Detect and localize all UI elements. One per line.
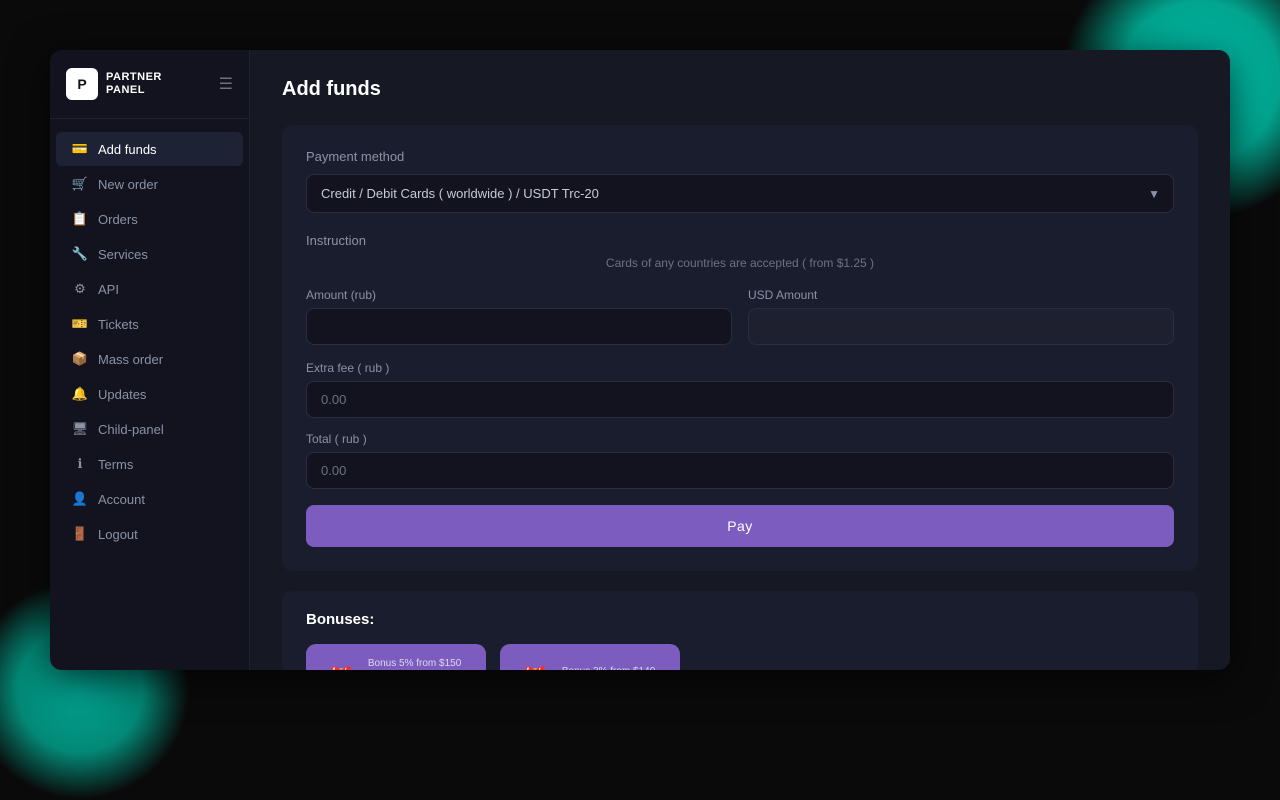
sidebar-item-mass-order[interactable]: 📦 Mass order xyxy=(56,342,243,376)
tickets-icon: 🎫 xyxy=(72,316,88,332)
add-funds-icon: 💳 xyxy=(72,141,88,157)
sidebar-item-orders[interactable]: 📋 Orders xyxy=(56,202,243,236)
amount-rub-field: Amount (rub) xyxy=(306,288,732,345)
sidebar-item-label: Terms xyxy=(98,457,133,472)
page-title: Add funds xyxy=(282,78,1198,101)
child-panel-icon: 🖥 xyxy=(72,421,88,437)
sidebar-item-new-order[interactable]: 🛒 New order xyxy=(56,167,243,201)
bonus-card-payeer[interactable]: 🎁 Bonus 3% from $140 PAYEER xyxy=(500,644,680,670)
instruction-label: Instruction xyxy=(306,233,1174,248)
extra-fee-input[interactable] xyxy=(306,381,1174,418)
bonus-payeer-subtitle: Bonus 3% from $140 xyxy=(562,666,655,670)
amount-rub-label: Amount (rub) xyxy=(306,288,732,302)
sidebar-item-account[interactable]: 👤 Account xyxy=(56,482,243,516)
bonuses-cards: 🎁 Bonus 5% from $150 Coinbase | PM USD 🎁… xyxy=(306,644,1174,670)
amount-usd-input[interactable] xyxy=(748,308,1174,345)
amount-usd-field: USD Amount xyxy=(748,288,1174,345)
api-icon: ⚙ xyxy=(72,281,88,297)
sidebar-item-label: Updates xyxy=(98,387,146,402)
amount-rub-input[interactable] xyxy=(306,308,732,345)
logout-icon: 🚪 xyxy=(72,526,88,542)
sidebar-item-child-panel[interactable]: 🖥 Child-panel xyxy=(56,412,243,446)
bonuses-section: Bonuses: 🎁 Bonus 5% from $150 Coinbase |… xyxy=(282,591,1198,670)
total-input[interactable] xyxy=(306,452,1174,489)
sidebar-item-updates[interactable]: 🔔 Updates xyxy=(56,377,243,411)
main-content: Add funds Payment method Credit / Debit … xyxy=(250,50,1230,670)
sidebar-item-label: Tickets xyxy=(98,317,139,332)
amount-usd-label: USD Amount xyxy=(748,288,1174,302)
sidebar-item-label: Services xyxy=(98,247,148,262)
gift-icon: 🎁 xyxy=(326,666,356,670)
logo-icon: P xyxy=(66,68,98,100)
sidebar-item-services[interactable]: 🔧 Services xyxy=(56,237,243,271)
bonuses-title: Bonuses: xyxy=(306,611,1174,628)
sidebar-item-label: New order xyxy=(98,177,158,192)
updates-icon: 🔔 xyxy=(72,386,88,402)
payment-method-select-wrapper: Credit / Debit Cards ( worldwide ) / USD… xyxy=(306,174,1174,213)
orders-icon: 📋 xyxy=(72,211,88,227)
account-icon: 👤 xyxy=(72,491,88,507)
bonus-card-text-2: Bonus 3% from $140 PAYEER xyxy=(562,666,655,670)
sidebar-item-label: Child-panel xyxy=(98,422,164,437)
sidebar-nav: 💳 Add funds 🛒 New order 📋 Orders 🔧 Servi… xyxy=(50,119,249,670)
sidebar: P PARTNER PANEL ☰ 💳 Add funds 🛒 New orde… xyxy=(50,50,250,670)
mass-order-icon: 📦 xyxy=(72,351,88,367)
sidebar-item-label: Add funds xyxy=(98,142,157,157)
sidebar-logo-area: P PARTNER PANEL ☰ xyxy=(50,50,249,119)
sidebar-item-label: API xyxy=(98,282,119,297)
sidebar-item-label: Mass order xyxy=(98,352,163,367)
sidebar-item-tickets[interactable]: 🎫 Tickets xyxy=(56,307,243,341)
bonus-coinbase-subtitle: Bonus 5% from $150 xyxy=(368,658,466,669)
new-order-icon: 🛒 xyxy=(72,176,88,192)
sidebar-item-label: Account xyxy=(98,492,145,507)
add-funds-form: Payment method Credit / Debit Cards ( wo… xyxy=(282,125,1198,571)
total-label: Total ( rub ) xyxy=(306,432,1174,446)
bonus-card-coinbase[interactable]: 🎁 Bonus 5% from $150 Coinbase | PM USD xyxy=(306,644,486,670)
sidebar-item-api[interactable]: ⚙ API xyxy=(56,272,243,306)
hamburger-icon[interactable]: ☰ xyxy=(219,74,233,94)
bonus-card-text: Bonus 5% from $150 Coinbase | PM USD xyxy=(368,658,466,670)
sidebar-item-label: Logout xyxy=(98,527,138,542)
sidebar-item-logout[interactable]: 🚪 Logout xyxy=(56,517,243,551)
app-window: P PARTNER PANEL ☰ 💳 Add funds 🛒 New orde… xyxy=(50,50,1230,670)
terms-icon: ℹ xyxy=(72,456,88,472)
extra-fee-label: Extra fee ( rub ) xyxy=(306,361,1174,375)
sidebar-item-terms[interactable]: ℹ Terms xyxy=(56,447,243,481)
sidebar-item-add-funds[interactable]: 💳 Add funds xyxy=(56,132,243,166)
payment-method-select[interactable]: Credit / Debit Cards ( worldwide ) / USD… xyxy=(306,174,1174,213)
logo-text: PARTNER PANEL xyxy=(106,71,162,97)
instruction-text: Cards of any countries are accepted ( fr… xyxy=(306,256,1174,270)
payment-method-label: Payment method xyxy=(306,149,1174,164)
logo: P PARTNER PANEL xyxy=(66,68,162,100)
services-icon: 🔧 xyxy=(72,246,88,262)
gift-icon-2: 🎁 xyxy=(520,666,550,670)
pay-button[interactable]: Pay xyxy=(306,505,1174,547)
sidebar-item-label: Orders xyxy=(98,212,138,227)
amount-row: Amount (rub) USD Amount xyxy=(306,288,1174,345)
